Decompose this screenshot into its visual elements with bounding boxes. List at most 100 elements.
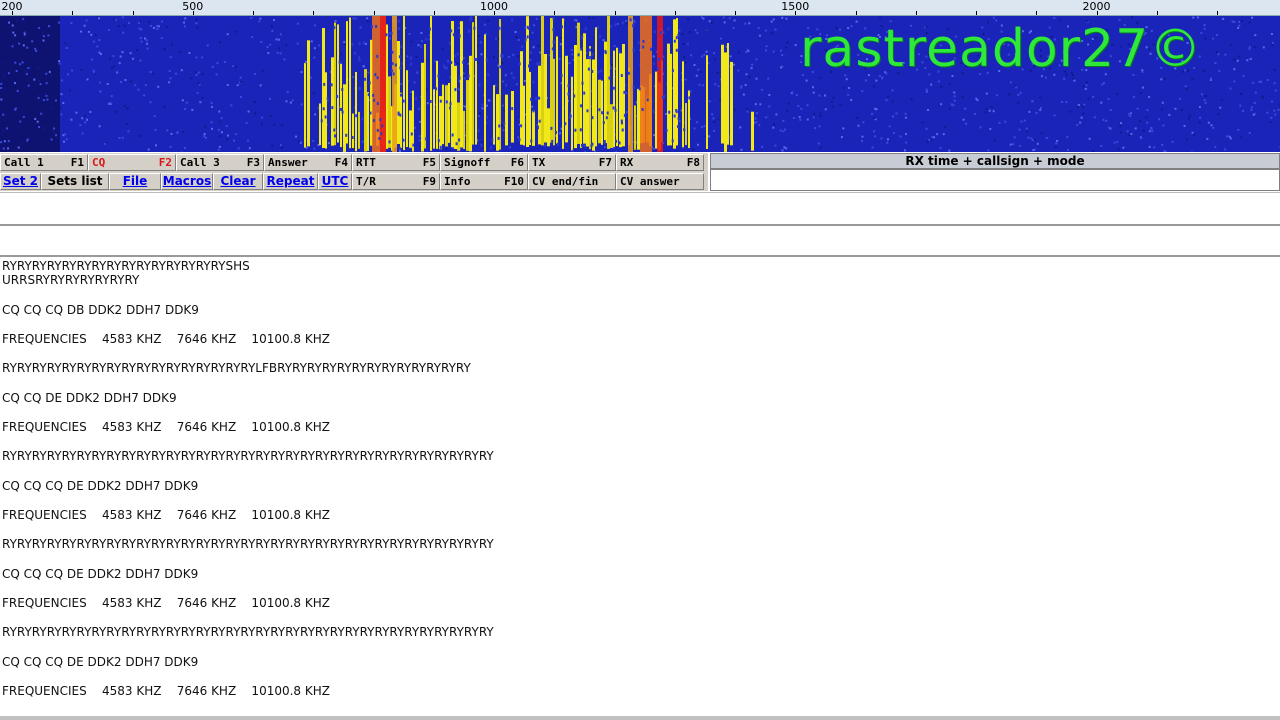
waterfall-noise-speck (1067, 149, 1069, 151)
waterfall-noise-speck (119, 55, 122, 58)
waterfall-noise-speck (285, 44, 288, 47)
waterfall-gap (551, 139, 554, 143)
ruler-tick-mark (433, 11, 435, 15)
info-button[interactable]: Info F10 (440, 173, 528, 190)
waterfall-noise-speck (98, 125, 101, 128)
cv-end-button[interactable]: CV end/fin (528, 173, 616, 190)
waterfall-gap (340, 107, 342, 111)
waterfall-noise-speck (1260, 80, 1263, 83)
macro-button-3[interactable]: Call 3 F3 (176, 154, 264, 171)
waterfall-gap (443, 64, 445, 68)
waterfall-noise-speck (702, 84, 705, 87)
waterfall-gap (480, 143, 483, 147)
macro-button-7[interactable]: TX F7 (528, 154, 616, 171)
frequency-ruler[interactable]: 200 500 1000 1500 2000 (0, 0, 1280, 16)
waterfall-noise-speck (1153, 146, 1156, 149)
waterfall-noise-speck (719, 99, 722, 102)
rx-call-list[interactable] (710, 169, 1280, 191)
waterfall-noise-speck (1093, 116, 1096, 119)
waterfall-noise-speck (573, 19, 576, 21)
waterfall-noise-speck (12, 31, 15, 34)
file-button[interactable]: File (109, 173, 161, 190)
waterfall-noise-speck (120, 81, 122, 83)
waterfall-noise-speck (1032, 149, 1035, 152)
clear-button[interactable]: Clear (213, 173, 263, 190)
rx-text-window[interactable]: RYRYRYRYRYRYRYRYRYRYRYRYRYRYRYSHS URRSRYR… (2, 259, 1278, 720)
waterfall-noise-speck (847, 93, 850, 96)
waterfall-noise-speck (113, 18, 116, 21)
waterfall-noise-speck (81, 117, 84, 120)
waterfall-noise-speck (1210, 77, 1212, 80)
sets-list-button[interactable]: Sets list (41, 173, 109, 190)
waterfall-noise-speck (1203, 27, 1206, 30)
waterfall-noise-speck (237, 147, 240, 150)
waterfall-gap (659, 31, 662, 34)
waterfall-signal-streak (448, 83, 450, 143)
macro-button-8[interactable]: RX F8 (616, 154, 704, 171)
repeat-button[interactable]: Repeat (263, 173, 318, 190)
waterfall-noise-speck (269, 115, 272, 118)
macro-button-6[interactable]: Signoff F6 (440, 154, 528, 171)
waterfall-noise-speck (139, 37, 142, 40)
waterfall-noise-speck (487, 99, 490, 102)
waterfall-noise-speck (43, 127, 46, 130)
waterfall-noise-speck (291, 99, 294, 102)
waterfall-gap (544, 143, 547, 147)
waterfall-signal-streak (496, 94, 499, 151)
waterfall-noise-speck (462, 57, 465, 60)
waterfall-gap (370, 25, 373, 29)
waterfall-noise-speck (1040, 131, 1043, 134)
waterfall-noise-speck (517, 55, 520, 58)
waterfall-noise-speck (139, 59, 142, 62)
set-2-button[interactable]: Set 2 (0, 173, 41, 190)
tr-button[interactable]: T/R F9 (352, 173, 440, 190)
waterfall-noise-speck (218, 110, 221, 113)
waterfall-gap (526, 35, 529, 39)
waterfall-gap (618, 50, 621, 54)
waterfall-noise-speck (1237, 128, 1240, 131)
waterfall-gap (637, 41, 640, 45)
waterfall-display[interactable]: rastreador27© (0, 16, 1280, 152)
waterfall-noise-speck (1202, 70, 1205, 72)
waterfall-noise-speck (693, 127, 696, 130)
ruler-tick-mark (12, 11, 13, 15)
macro-button-5[interactable]: RTT F5 (352, 154, 440, 171)
waterfall-noise-speck (65, 47, 68, 49)
waterfall-noise-speck (117, 25, 120, 27)
waterfall-noise-speck (1214, 145, 1217, 148)
waterfall-gap (606, 111, 609, 115)
waterfall-gap (581, 143, 583, 147)
utc-button[interactable]: UTC (318, 173, 352, 190)
waterfall-gap (474, 58, 477, 61)
tx-edit-area[interactable] (0, 192, 1280, 226)
waterfall-gap (588, 56, 591, 60)
waterfall-noise-speck (485, 104, 488, 107)
waterfall-noise-speck (940, 103, 943, 106)
waterfall-noise-speck (183, 25, 186, 28)
waterfall-noise-speck (160, 37, 163, 40)
waterfall-noise-speck (1174, 107, 1177, 110)
tx-buffer-area[interactable] (0, 227, 1280, 257)
waterfall-noise-speck (1019, 144, 1022, 147)
macro-button-2[interactable]: CQ F2 (88, 154, 176, 171)
waterfall-noise-speck (300, 103, 303, 106)
waterfall-noise-speck (283, 58, 286, 61)
ruler-tick-mark (1217, 11, 1218, 15)
waterfall-noise-speck (842, 127, 845, 130)
waterfall-noise-speck (94, 72, 97, 75)
waterfall-noise-speck (22, 44, 25, 47)
macro-button-4[interactable]: Answer F4 (264, 154, 352, 171)
rx-text-line: FREQUENCIES 4583 KHZ 7646 KHZ 10100.8 KH… (2, 684, 330, 698)
cv-answer-button[interactable]: CV answer (616, 173, 704, 190)
waterfall-noise-speck (157, 25, 160, 28)
waterfall-signal-streak (682, 61, 684, 148)
waterfall-noise-speck (712, 129, 715, 132)
waterfall-noise-speck (1120, 122, 1122, 125)
macros-button[interactable]: Macros (161, 173, 213, 190)
waterfall-noise-speck (568, 62, 571, 65)
waterfall-noise-speck (1150, 126, 1152, 129)
macro-button-1[interactable]: Call 1 F1 (0, 154, 88, 171)
waterfall-gap (638, 87, 641, 91)
rx-text-line: CQ CQ CQ DB DDK2 DDH7 DDK9 (2, 303, 199, 317)
waterfall-noise-speck (744, 84, 747, 86)
